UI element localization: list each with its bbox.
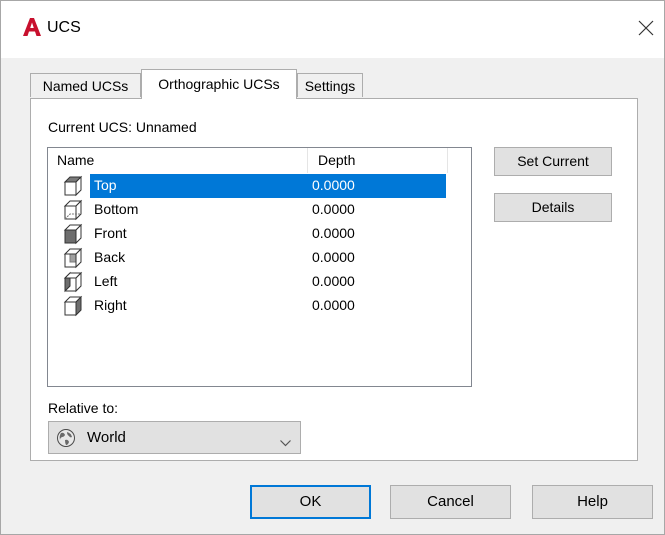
autocad-logo-icon <box>22 17 42 37</box>
list-item-name: Right <box>94 297 127 313</box>
ucs-front-icon <box>61 222 85 249</box>
cancel-button[interactable]: Cancel <box>390 485 511 519</box>
close-icon <box>638 20 654 36</box>
ucs-left-icon <box>61 270 85 297</box>
relative-to-label: Relative to: <box>48 400 119 416</box>
ucs-dialog: UCS Named UCSs Orthographic UCSs Setting… <box>0 0 665 535</box>
relative-to-dropdown[interactable]: World <box>48 421 301 454</box>
list-item-left[interactable]: Left 0.0000 <box>48 270 448 294</box>
list-header: Name Depth <box>48 148 448 173</box>
window-title: UCS <box>47 19 81 36</box>
list-item-depth: 0.0000 <box>312 201 355 217</box>
list-item-depth: 0.0000 <box>312 273 355 289</box>
ucs-right-icon <box>61 294 85 321</box>
close-button[interactable] <box>629 11 663 45</box>
globe-icon <box>56 428 76 451</box>
list-item-depth: 0.0000 <box>312 225 355 241</box>
ucs-list[interactable]: Name Depth Top 0.0000 Bottom 0.0000 Fron… <box>47 147 472 387</box>
list-item-name: Bottom <box>94 201 139 217</box>
tab-orthographic-ucss[interactable]: Orthographic UCSs <box>141 69 297 99</box>
list-item-right[interactable]: Right 0.0000 <box>48 294 448 318</box>
ucs-back-icon <box>61 246 85 273</box>
ok-button[interactable]: OK <box>250 485 371 519</box>
tab-settings[interactable]: Settings <box>297 73 363 97</box>
ucs-top-icon <box>61 174 85 201</box>
list-item-name: Front <box>94 225 127 241</box>
title-bar: UCS <box>1 1 664 58</box>
tab-named-ucss[interactable]: Named UCSs <box>30 73 141 97</box>
list-item-back[interactable]: Back 0.0000 <box>48 246 448 270</box>
column-header-depth[interactable]: Depth <box>308 148 448 173</box>
list-item-depth: 0.0000 <box>312 249 355 265</box>
help-button[interactable]: Help <box>532 485 653 519</box>
chevron-down-icon <box>280 434 291 450</box>
list-item-front[interactable]: Front 0.0000 <box>48 222 448 246</box>
ucs-bottom-icon <box>61 198 85 225</box>
current-ucs-label: Current UCS: Unnamed <box>48 119 197 135</box>
list-item-depth: 0.0000 <box>312 297 355 313</box>
list-item-name: Back <box>94 249 126 265</box>
column-header-name[interactable]: Name <box>48 148 308 173</box>
list-item-bottom[interactable]: Bottom 0.0000 <box>48 198 448 222</box>
details-button[interactable]: Details <box>494 193 612 222</box>
list-item-top[interactable]: Top 0.0000 <box>48 174 448 198</box>
list-item-name: Top <box>94 177 117 193</box>
list-item-name: Left <box>94 273 118 289</box>
orthographic-ucss-panel: Current UCS: Unnamed Name Depth Top 0.00… <box>30 98 638 461</box>
relative-to-value: World <box>87 429 126 446</box>
set-current-button[interactable]: Set Current <box>494 147 612 176</box>
list-item-depth: 0.0000 <box>312 177 355 193</box>
